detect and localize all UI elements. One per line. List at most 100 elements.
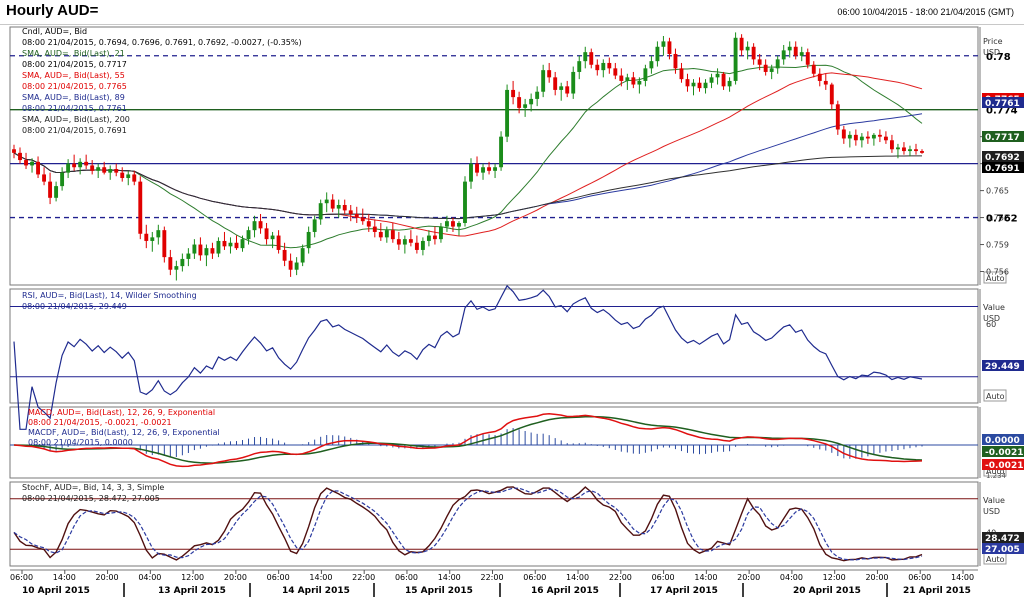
candle-body [426, 235, 431, 241]
price-legend-line: SMA, AUD=, Bid(Last), 55 [22, 71, 125, 80]
date-label: 14 April 2015 [282, 586, 350, 596]
candle-body [847, 134, 852, 139]
price-tag-label: 0.7717 [985, 133, 1020, 143]
candle-body [853, 134, 858, 141]
time-tick-label: 22:00 [609, 573, 632, 582]
candle-body [601, 62, 606, 71]
candle-body [571, 71, 576, 94]
time-tick-label: 04:00 [138, 573, 161, 582]
macd-tag-label: 0.0000 [985, 436, 1020, 446]
price-tag-label: 0.7761 [985, 99, 1020, 109]
candle-body [18, 152, 22, 161]
candle-body [90, 165, 95, 171]
candle-body [348, 210, 353, 214]
stoch-auto-label: Auto [986, 555, 1005, 564]
candle-body [523, 104, 528, 108]
candle-body [589, 52, 594, 65]
candle-body [733, 37, 738, 81]
candle-body [264, 228, 269, 240]
candle-body [715, 73, 720, 78]
candle-body [799, 52, 804, 56]
date-label: 17 April 2015 [650, 586, 718, 596]
candle-body [156, 230, 161, 238]
candle-body [54, 186, 59, 198]
price-tag-label: 0.7692 [985, 153, 1020, 163]
chart-canvas[interactable]: AutoAutoAutoAuto 0.7710.7680.7650.7620.7… [0, 0, 1024, 610]
time-tick-label: 14:00 [694, 573, 717, 582]
candle-body [541, 70, 546, 92]
time-tick-label: 14:00 [309, 573, 332, 582]
price-legend-line: 08:00 21/04/2015, 0.7691 [22, 126, 127, 135]
candle-body [631, 77, 636, 85]
time-tick-label: 06:00 [523, 573, 546, 582]
candle-body [781, 50, 786, 60]
candle-body [823, 80, 828, 85]
time-tick-label: 06:00 [395, 573, 418, 582]
price-level-label: 0.762 [986, 214, 1018, 225]
candle-body [330, 199, 335, 209]
candle-body [908, 149, 912, 152]
candle-body [420, 240, 425, 250]
candle-body [565, 86, 570, 94]
candle-body [877, 134, 882, 137]
time-tick-label: 04:00 [780, 573, 803, 582]
candle-body [469, 163, 473, 182]
candle-body [667, 41, 672, 54]
candle-body [637, 80, 642, 85]
candle-body [914, 149, 918, 152]
candle-body [896, 147, 900, 150]
candle-body [553, 77, 558, 90]
candle-body [102, 167, 107, 173]
candle-body [222, 240, 227, 247]
candle-body [457, 222, 461, 227]
candle-body [691, 82, 696, 87]
candle-body [276, 235, 281, 250]
candle-body [186, 253, 191, 259]
candle-body [66, 163, 71, 173]
date-label: 16 April 2015 [531, 586, 599, 596]
price-legend-line: 08:00 21/04/2015, 0.7765 [22, 82, 127, 91]
candle-body [336, 204, 341, 209]
candle-body [889, 140, 894, 150]
date-label: 10 April 2015 [22, 586, 90, 596]
candle-body [721, 73, 726, 87]
candle-body [871, 134, 876, 139]
candle-body [835, 104, 840, 130]
price-legend-line: 08:00 21/04/2015, 0.7761 [22, 104, 127, 113]
price-legend-line: SMA, AUD=, Bid(Last), 200 [22, 115, 130, 124]
candle-body [661, 41, 666, 47]
candle-body [517, 97, 522, 108]
stoch-legend-line: StochF, AUD=, Bid, 14, 3, 3, Simple [22, 483, 164, 492]
candle-body [210, 248, 215, 254]
candle-body [535, 91, 540, 99]
stoch-legend-line: 08:00 21/04/2015, 28.472, 27.005 [22, 494, 160, 503]
time-tick-label: 06:00 [908, 573, 931, 582]
price-tick-label: 0.759 [986, 241, 1009, 250]
candle-body [685, 79, 690, 87]
time-tick-label: 22:00 [352, 573, 375, 582]
price-legend-line: SMA, AUD=, Bid(Last), 21 [22, 49, 125, 58]
candle-body [487, 167, 491, 171]
candle-body [198, 244, 203, 256]
candle-body [246, 230, 251, 240]
candle-body [30, 161, 34, 166]
macd-legend-line: 08:00 21/04/2015, -0.0021, -0.0021 [28, 418, 172, 427]
candle-body [445, 221, 449, 227]
candle-body [354, 213, 359, 218]
candle-body [481, 167, 485, 173]
candle-body [342, 204, 347, 211]
candle-body [811, 64, 816, 74]
time-tick-label: 22:00 [481, 573, 504, 582]
rsi-auto-label: Auto [986, 392, 1005, 401]
candle-body [288, 260, 293, 270]
candle-body [505, 89, 510, 137]
candle-body [372, 226, 377, 232]
candle-body [414, 242, 419, 250]
candle-body [396, 239, 401, 245]
candle-body [920, 151, 924, 153]
candle-body [24, 160, 28, 166]
candle-body [655, 46, 660, 62]
candle-body [805, 52, 810, 65]
price-legend-line: SMA, AUD=, Bid(Last), 89 [22, 93, 125, 102]
candle-body [451, 221, 455, 227]
